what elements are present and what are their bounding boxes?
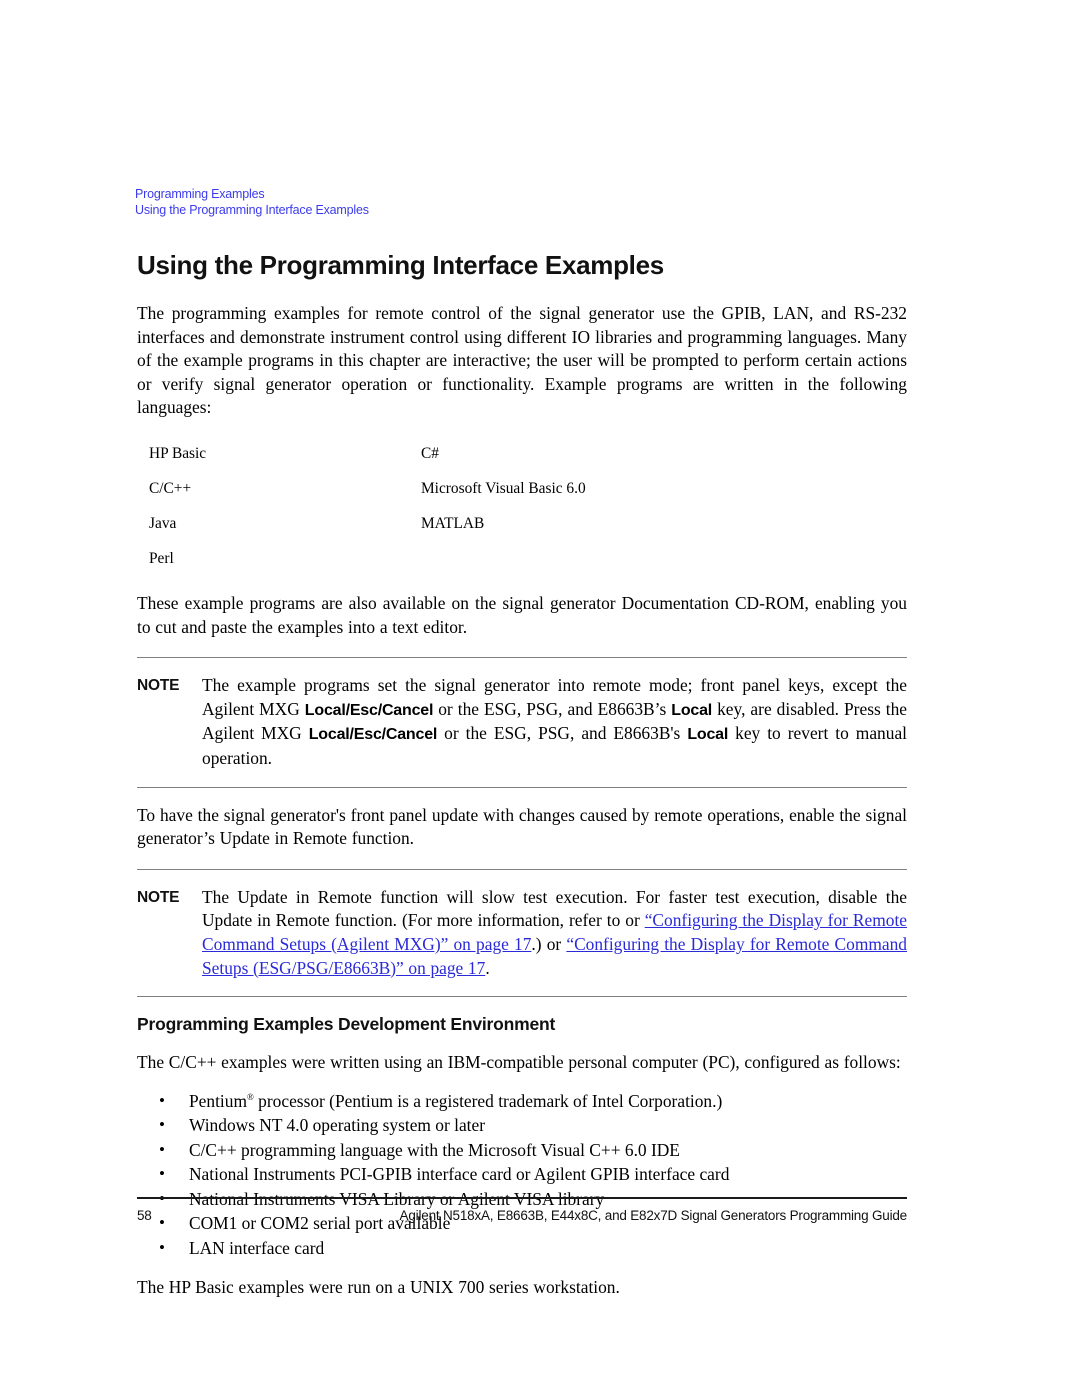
development-environment-paragraph: The C/C++ examples were written using an…: [137, 1052, 901, 1073]
intro-paragraph: The programming examples for remote cont…: [137, 303, 907, 418]
list-item-text: Pentium: [189, 1090, 247, 1111]
list-item: • C/C++ programming language with the Mic…: [159, 1138, 907, 1163]
running-header-section: Using the Programming Interface Examples: [135, 203, 369, 217]
hp-basic-paragraph: The HP Basic examples were run on a UNIX…: [137, 1277, 620, 1298]
cdrom-paragraph: These example programs are also availabl…: [137, 592, 907, 637]
table-row: HP Basic C#: [149, 438, 749, 473]
table-row: C/C++ Microsoft Visual Basic 6.0: [149, 473, 749, 508]
bullet-icon: •: [159, 1139, 165, 1159]
bullet-icon: •: [159, 1164, 165, 1184]
note-label: NOTE: [137, 888, 180, 906]
list-item-text: National Instruments PCI-GPIB interface …: [189, 1164, 730, 1185]
requirements-list: • Pentium® processor (Pentium is a regist…: [137, 1089, 907, 1261]
note-text-part: or the ESG, PSG, and E8663B's: [437, 723, 688, 744]
note-text: The Update in Remote function will slow …: [202, 886, 907, 980]
footer-guide-title: Agilent N518xA, E8663B, E44x8C, and E82x…: [399, 1208, 908, 1223]
note-text-part: .: [485, 957, 490, 978]
key-label-local: Local: [687, 726, 729, 744]
note-text-part: .) or: [531, 933, 567, 954]
key-label-local-esc-cancel: Local/Esc/Cancel: [304, 701, 434, 719]
languages-table: HP Basic C# C/C++ Microsoft Visual Basic…: [149, 438, 749, 578]
page-footer: 58 Agilent N518xA, E8663B, E44x8C, and E…: [137, 1208, 907, 1223]
document-page: Programming Examples Using the Programmi…: [0, 0, 1080, 1397]
language-cell: Perl: [149, 549, 174, 567]
list-item: • National Instruments PCI-GPIB interface…: [159, 1162, 907, 1187]
bullet-icon: •: [159, 1237, 165, 1257]
note-rule-bottom: [137, 786, 907, 788]
note-body: NOTE The example programs set the signal…: [137, 658, 907, 786]
note-text: The example programs set the signal gene…: [202, 674, 907, 770]
bullet-icon: •: [159, 1115, 165, 1135]
running-header: Programming Examples Using the Programmi…: [135, 186, 905, 218]
language-cell: C#: [421, 444, 439, 462]
languages-table-body: HP Basic C# C/C++ Microsoft Visual Basic…: [149, 438, 749, 578]
update-in-remote-paragraph: To have the signal generator's front pan…: [137, 804, 907, 849]
language-cell: [421, 543, 749, 578]
note-rule-bottom: [137, 996, 907, 998]
language-cell: MATLAB: [421, 514, 485, 532]
note-label: NOTE: [137, 677, 180, 695]
note-text-part: or the ESG, PSG, and E8663B’s: [433, 698, 672, 719]
note-body: NOTE The Update in Remote function will …: [137, 870, 907, 996]
registered-trademark-icon: ®: [246, 1091, 254, 1102]
language-cell: Java: [149, 514, 177, 532]
language-cell: Microsoft Visual Basic 6.0: [421, 479, 586, 497]
footer-divider: [137, 1197, 907, 1199]
language-cell: HP Basic: [149, 444, 207, 462]
list-item: • Windows NT 4.0 operating system or late…: [159, 1113, 907, 1138]
section-title-development-environment: Programming Examples Development Environ…: [137, 1014, 556, 1035]
list-item-text: processor (Pentium is a registered trade…: [253, 1090, 723, 1111]
bullet-icon: •: [159, 1090, 165, 1110]
language-cell: C/C++: [149, 479, 192, 497]
page-content: Using the Programming Interface Examples…: [137, 250, 907, 1300]
page-number: 58: [137, 1208, 152, 1223]
table-row: Java MATLAB: [149, 508, 749, 543]
list-item-text: Windows NT 4.0 operating system or later: [189, 1115, 486, 1136]
list-item: • Pentium® processor (Pentium is a regist…: [159, 1089, 907, 1114]
list-item-text: LAN interface card: [189, 1237, 325, 1258]
key-label-local-esc-cancel: Local/Esc/Cancel: [308, 726, 438, 744]
running-header-chapter: Programming Examples: [135, 187, 265, 201]
list-item-text: C/C++ programming language with the Micr…: [189, 1139, 680, 1160]
note-block-update-in-remote: NOTE The Update in Remote function will …: [137, 868, 907, 998]
page-title: Using the Programming Interface Examples: [137, 250, 664, 280]
key-label-local: Local: [671, 701, 713, 719]
list-item: • LAN interface card: [159, 1236, 907, 1261]
table-row: Perl: [149, 543, 749, 578]
note-block-remote-mode: NOTE The example programs set the signal…: [137, 657, 907, 788]
